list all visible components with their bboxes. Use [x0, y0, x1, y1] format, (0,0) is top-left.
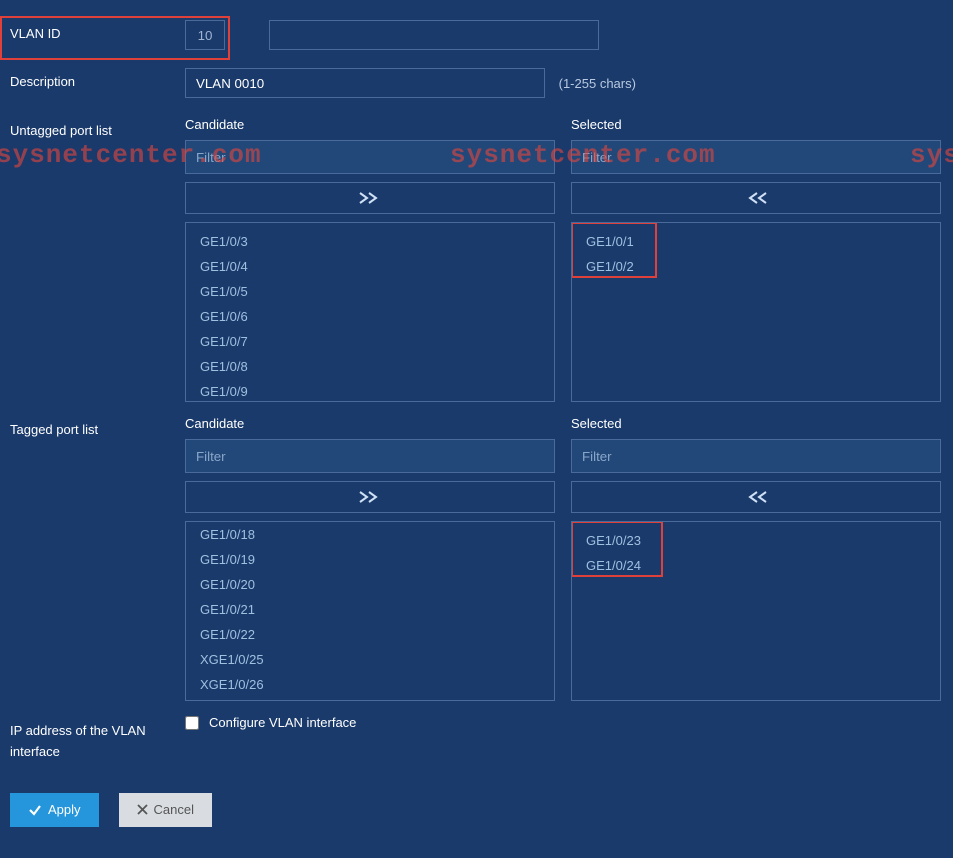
list-item[interactable]: GE1/0/3 [186, 229, 554, 254]
untagged-move-left-button[interactable] [571, 182, 941, 214]
tagged-selected-header: Selected [571, 416, 941, 431]
untagged-candidate-header: Candidate [185, 117, 555, 132]
list-item[interactable]: GE1/0/7 [186, 329, 554, 354]
list-item[interactable]: GE1/0/9 [186, 379, 554, 402]
list-item[interactable]: XGE1/0/25 [186, 647, 554, 672]
untagged-label: Untagged port list [10, 117, 185, 138]
tagged-selected-filter[interactable] [571, 439, 941, 473]
list-item[interactable]: GE1/0/5 [186, 279, 554, 304]
check-icon [28, 803, 42, 817]
list-item[interactable]: GE1/0/2 [572, 254, 940, 279]
tagged-move-left-button[interactable] [571, 481, 941, 513]
x-icon [137, 804, 148, 815]
tagged-candidate-filter[interactable] [185, 439, 555, 473]
arrows-left-icon [744, 490, 768, 504]
list-item[interactable]: GE1/0/19 [186, 547, 554, 572]
arrows-left-icon [744, 191, 768, 205]
tagged-candidate-list[interactable]: GE1/0/18GE1/0/19GE1/0/20GE1/0/21GE1/0/22… [185, 521, 555, 701]
list-item[interactable]: GE1/0/6 [186, 304, 554, 329]
description-input[interactable] [185, 68, 545, 98]
cancel-button-label: Cancel [154, 802, 194, 817]
list-item[interactable]: GE1/0/18 [186, 522, 554, 547]
tagged-candidate-header: Candidate [185, 416, 555, 431]
list-item[interactable]: GE1/0/21 [186, 597, 554, 622]
tagged-move-right-button[interactable] [185, 481, 555, 513]
vlan-id-spacer [269, 20, 599, 50]
untagged-selected-filter[interactable] [571, 140, 941, 174]
list-item[interactable]: GE1/0/8 [186, 354, 554, 379]
list-item[interactable]: XGE1/0/26 [186, 672, 554, 697]
apply-button[interactable]: Apply [10, 793, 99, 827]
configure-vlan-interface-checkbox[interactable] [185, 716, 199, 730]
cancel-button[interactable]: Cancel [119, 793, 212, 827]
untagged-move-right-button[interactable] [185, 182, 555, 214]
list-item[interactable]: XGE1/0/27 [186, 697, 554, 701]
list-item[interactable]: GE1/0/24 [572, 553, 940, 578]
list-item[interactable]: GE1/0/1 [572, 229, 940, 254]
arrows-right-icon [358, 490, 382, 504]
arrows-right-icon [358, 191, 382, 205]
list-item[interactable]: GE1/0/22 [186, 622, 554, 647]
list-item[interactable]: GE1/0/4 [186, 254, 554, 279]
configure-vlan-interface-label: Configure VLAN interface [209, 715, 356, 730]
tagged-label: Tagged port list [10, 416, 185, 437]
description-label: Description [10, 68, 185, 89]
tagged-selected-list[interactable]: GE1/0/23GE1/0/24 [571, 521, 941, 701]
untagged-candidate-list[interactable]: GE1/0/3GE1/0/4GE1/0/5GE1/0/6GE1/0/7GE1/0… [185, 222, 555, 402]
description-hint: (1-255 chars) [559, 69, 636, 99]
vlan-interface-label: IP address of the VLAN interface [10, 715, 185, 763]
vlan-id-input[interactable] [185, 20, 225, 50]
list-item[interactable]: GE1/0/23 [572, 528, 940, 553]
untagged-candidate-filter[interactable] [185, 140, 555, 174]
vlan-id-label: VLAN ID [10, 20, 185, 41]
untagged-selected-header: Selected [571, 117, 941, 132]
list-item[interactable]: GE1/0/20 [186, 572, 554, 597]
apply-button-label: Apply [48, 802, 81, 817]
untagged-selected-list[interactable]: GE1/0/1GE1/0/2 [571, 222, 941, 402]
